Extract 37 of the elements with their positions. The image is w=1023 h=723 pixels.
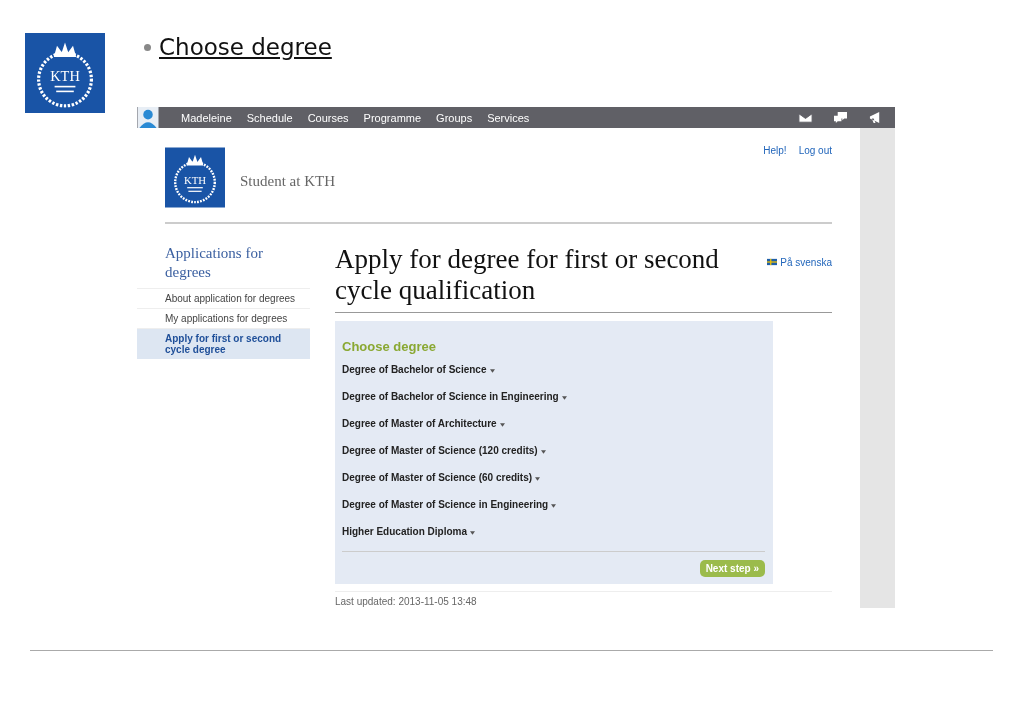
panel-title: Choose degree: [342, 339, 437, 354]
degree-option[interactable]: Degree of Master of Science (60 credits): [342, 472, 765, 499]
degree-option[interactable]: Higher Education Diploma: [342, 526, 765, 553]
sidebar-title: Applications for degrees: [165, 244, 264, 282]
caret-icon: [499, 423, 505, 427]
degree-option[interactable]: Degree of Master of Science in Engineering: [342, 499, 765, 526]
degree-option[interactable]: Degree of Master of Architecture: [342, 418, 765, 445]
nav-link[interactable]: Madeleine: [181, 111, 232, 124]
nav-link[interactable]: Programme: [363, 111, 422, 124]
sidebar-item[interactable]: Apply for first or second cycle degree: [137, 328, 310, 359]
degree-option[interactable]: Degree of Master of Science (120 credits): [342, 445, 765, 472]
nav-link[interactable]: Groups: [436, 111, 473, 124]
header-link[interactable]: Help!: [763, 145, 787, 156]
slide-title: Choose degree: [159, 34, 332, 60]
site-title: Student at KTH: [240, 173, 335, 190]
caret-icon: [535, 477, 541, 481]
user-icon[interactable]: [137, 107, 159, 128]
flag-icon: [767, 258, 778, 266]
bullet-icon: [144, 43, 151, 51]
page-heading: Apply for degree for first or second cycle qualification: [335, 244, 720, 306]
caret-icon: [489, 369, 495, 373]
envelope-icon[interactable]: [798, 111, 813, 124]
nav-link[interactable]: Services: [487, 111, 530, 124]
degree-option[interactable]: Degree of Bachelor of Science in Engineering: [342, 391, 765, 418]
header-link[interactable]: Log out: [798, 145, 832, 156]
caret-icon: [470, 531, 475, 535]
language-link[interactable]: På svenska: [780, 256, 832, 268]
degree-option[interactable]: Degree of Bachelor of Science: [342, 364, 765, 391]
caret-icon: [540, 450, 546, 454]
nav-link[interactable]: Schedule: [246, 111, 293, 124]
caret-icon: [551, 504, 557, 508]
nav-link[interactable]: Courses: [307, 111, 349, 124]
chat-icon[interactable]: [833, 111, 848, 124]
kth-logo: KTH: [165, 145, 225, 210]
sidebar-item[interactable]: About application for degrees: [137, 288, 310, 308]
last-updated: Last updated: 2013-11-05 13:48: [335, 591, 832, 607]
caret-icon: [561, 396, 567, 400]
